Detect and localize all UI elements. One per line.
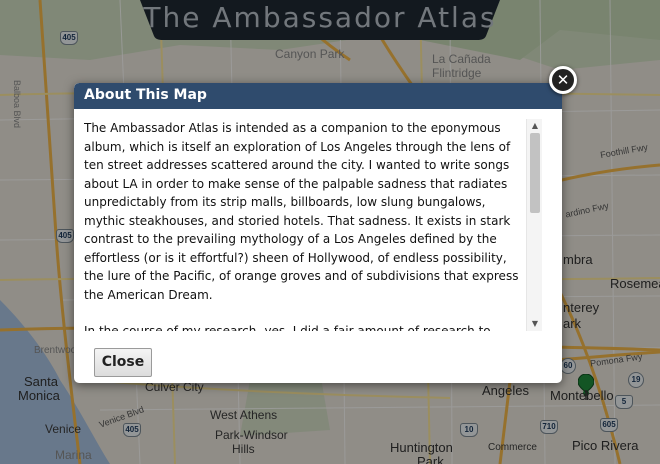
modal-scrollbar[interactable]: ▲ ▼ bbox=[526, 119, 542, 331]
close-icon[interactable]: ✕ bbox=[549, 66, 577, 94]
modal-text: The Ambassador Atlas is intended as a co… bbox=[84, 119, 524, 331]
scroll-down-arrow-icon[interactable]: ▼ bbox=[527, 317, 543, 331]
modal-title: About This Map bbox=[84, 87, 207, 103]
modal-header: About This Map bbox=[74, 83, 562, 109]
modal-paragraph: In the course of my research- yes, I did… bbox=[84, 324, 491, 331]
modal-paragraph: The Ambassador Atlas is intended as a co… bbox=[84, 121, 519, 302]
scroll-thumb[interactable] bbox=[530, 133, 540, 213]
scroll-up-arrow-icon[interactable]: ▲ bbox=[527, 119, 543, 133]
close-button[interactable]: Close bbox=[94, 348, 152, 377]
modal-body[interactable]: The Ambassador Atlas is intended as a co… bbox=[84, 119, 542, 331]
about-modal: About This Map The Ambassador Atlas is i… bbox=[74, 83, 562, 383]
